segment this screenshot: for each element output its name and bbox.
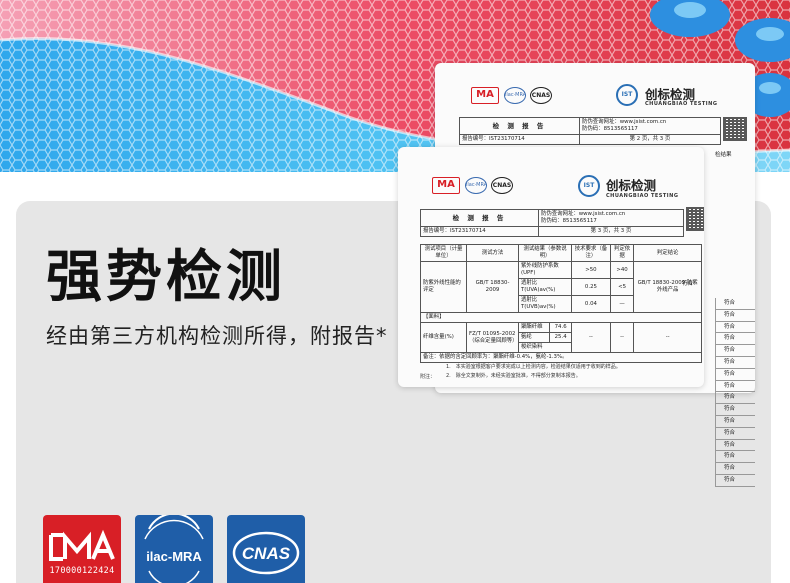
- verdict-cell: 符合: [715, 298, 755, 310]
- fiber-item: 纤维含量(%): [420, 322, 467, 353]
- cma-number: 170000122424: [49, 566, 115, 576]
- uv-value: 0.04: [571, 295, 611, 313]
- remark: 备注：依据的含定回顾率为：聚酯纤维-0.4%，氨纶-1.3%。: [420, 352, 702, 363]
- column-header: 技术要求（备注）: [571, 244, 611, 262]
- verdict-cell: 符合: [715, 368, 755, 381]
- mini-cma-icon: MA: [432, 177, 460, 194]
- uv-param: 透射比 T(UVA)av(%): [517, 278, 573, 296]
- verdict-cell: 符合: [715, 392, 755, 405]
- headline-subtitle: 经由第三方机构检测所得，附报告*: [46, 324, 388, 348]
- mini-ilac-icon: ilac·MRA: [504, 87, 526, 104]
- note-1: 1. 本实验室根据客户要求完成以上检测内容，检验结果仅适用于收到的样品。: [446, 364, 621, 370]
- table-row: 防紫外线性能的评定 GB/T 18830-2009 紫外线防护系数(UPF) >…: [420, 261, 702, 313]
- report-title: 检 测 报 告: [459, 117, 580, 135]
- svg-text:ilac-MRA: ilac-MRA: [146, 549, 202, 564]
- verdict-cell: 符合: [715, 321, 755, 334]
- ist-logo-icon: IST: [616, 84, 638, 106]
- fabric-section-label: 【面料】: [420, 312, 702, 323]
- report-no: IST23170714: [449, 228, 486, 234]
- uv-value: 0.25: [571, 278, 611, 296]
- verdict-cell: 符合: [715, 404, 755, 416]
- note-2: 2. 除全文复制外，未经实验室批准，不得部分复制本报告。: [446, 373, 581, 379]
- verdict-cell: 符合: [715, 439, 755, 452]
- uv-param: 透射比 T(UVB)av(%): [517, 295, 573, 313]
- uv-req: >40: [609, 261, 635, 279]
- mini-cnas-icon: CNAS: [491, 177, 513, 194]
- uv-item: 防紫外线性能的评定: [420, 261, 467, 313]
- verdict-cell: 符合: [715, 345, 755, 357]
- uv-basis: GB/T 18830-2009 防紫外线产品: [633, 261, 702, 313]
- cnas-badge: CNAS: [227, 515, 305, 583]
- query-site: 防伪查询网址：www.jsist.com.cn: [582, 119, 667, 125]
- brand-name: 创标检测: [606, 178, 657, 193]
- ilac-badge: ilac-MRA: [135, 515, 213, 583]
- fiber-value: 74.6: [549, 322, 573, 333]
- report-no: IST23170714: [488, 136, 525, 142]
- report-header-table: 检 测 报 告 防伪查询网址：www.jsist.com.cn 防伪码：85135…: [459, 117, 721, 145]
- accreditation-logos: MA ilac·MRA CNAS: [471, 87, 552, 104]
- page-number: 第 3 页，共 3 页: [538, 226, 684, 237]
- qr-code: [723, 117, 747, 141]
- report-header-table: 检 测 报 告 防伪查询网址：www.jsist.com.cn 防伪码：85135…: [420, 209, 684, 237]
- dash: --: [633, 322, 702, 353]
- mini-cnas-icon: CNAS: [530, 87, 552, 104]
- fiber-param: 氨纶: [517, 332, 551, 343]
- table-row: 纤维含量(%) FZ/T 01095-2002（综合定量回顾等） 聚酯纤维 74…: [420, 322, 702, 353]
- report-title: 检 测 报 告: [420, 209, 539, 227]
- ist-logo-icon: IST: [578, 175, 600, 197]
- qr-code: [686, 207, 704, 231]
- verdict-cell: 符合: [715, 415, 755, 428]
- verdict-cell: 符合: [715, 474, 755, 487]
- query-code: 防伪码：8513565117: [541, 218, 597, 224]
- query-code: 防伪码：8513565117: [582, 126, 638, 132]
- column-header: 测试结果（参数说明）: [517, 244, 573, 262]
- remark-row: 备注：依据的含定回顾率为：聚酯纤维-0.4%，氨纶-1.3%。: [420, 352, 702, 363]
- dash: --: [571, 322, 611, 353]
- page-number: 第 2 页，共 3 页: [579, 134, 721, 145]
- verdict-cell: 符合: [715, 309, 755, 322]
- query-site: 防伪查询网址：www.jsist.com.cn: [541, 211, 626, 217]
- fiber-value: 25.4: [549, 332, 573, 343]
- cma-badge: 170000122424: [43, 515, 121, 583]
- column-header: 判定依据: [609, 244, 635, 262]
- uv-verdict: 符合: [682, 281, 694, 287]
- fiber-param: 聚酯纤维: [517, 322, 551, 333]
- section-row: 【面料】: [420, 312, 702, 323]
- cnas-logo-icon: CNAS: [232, 531, 300, 575]
- fiber-method: FZ/T 01095-2002（综合定量回顾等）: [466, 322, 519, 353]
- verdict-cell: 符合: [715, 333, 755, 346]
- notes-label: 附注：: [420, 374, 436, 380]
- verdict-cell: 符合: [715, 427, 755, 440]
- uv-req: —: [609, 295, 635, 313]
- report-no-label: 报告编号：: [462, 136, 489, 142]
- svg-text:CNAS: CNAS: [242, 544, 291, 563]
- column-header: 测试项目（计量单位）: [420, 244, 467, 262]
- results-table: 测试项目（计量单位） 测试方法 测试结果（参数说明） 技术要求（备注） 判定依据…: [420, 244, 702, 363]
- verdict-cell: 符合: [715, 451, 755, 464]
- back-verdict-column: 符合 符合 符合 符合 符合 符合 符合 符合 符合 符合 符合 符合 符合 符…: [715, 298, 755, 487]
- column-header: 测试方法: [466, 244, 519, 262]
- uv-value: >50: [571, 261, 611, 279]
- uv-param: 紫外线防护系数(UPF): [517, 261, 573, 279]
- fiber-param: 梭织染料: [517, 342, 573, 353]
- brand-name-en: CHUANGBIAO TESTING: [606, 193, 679, 199]
- mini-cma-icon: MA: [471, 87, 499, 104]
- headline-title: 强势检测: [46, 245, 286, 310]
- column-header: 判定结论: [633, 244, 702, 262]
- table-header-row: 测试项目（计量单位） 测试方法 测试结果（参数说明） 技术要求（备注） 判定依据…: [420, 244, 702, 262]
- uv-req: <5: [609, 278, 635, 296]
- verdict-cell: 符合: [715, 463, 755, 475]
- verdict-cell: 符合: [715, 380, 755, 393]
- report-no-label: 报告编号：: [423, 228, 450, 234]
- result-header: 检结果: [715, 152, 732, 158]
- report-page-front: MA ilac·MRA CNAS IST 创标检测 CHUANGBIAO TES…: [398, 147, 704, 387]
- verdict-cell: 符合: [715, 356, 755, 369]
- uv-method: GB/T 18830-2009: [466, 261, 519, 313]
- accreditation-logos: MA ilac·MRA CNAS: [432, 177, 513, 194]
- ilac-mra-logo-icon: ilac-MRA: [144, 515, 204, 583]
- mini-ilac-icon: ilac·MRA: [465, 177, 487, 194]
- brand-name-en: CHUANGBIAO TESTING: [645, 101, 718, 107]
- dash: --: [609, 322, 635, 353]
